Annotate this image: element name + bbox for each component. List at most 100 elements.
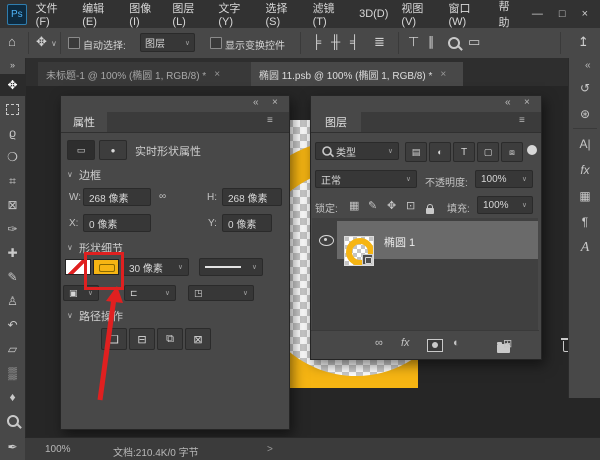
quick-selection-tool[interactable]: ❍ (0, 146, 25, 168)
zoom-level[interactable]: 100% (45, 444, 71, 455)
history-brush-tool[interactable]: ↶ (0, 314, 25, 336)
healing-brush-tool[interactable]: ✚ (0, 242, 25, 264)
menu-edit[interactable]: 编辑(E) (82, 0, 116, 28)
color-panel-icon[interactable]: ⊛ (569, 102, 600, 126)
exclude-overlapping-button[interactable]: ⊠ (185, 328, 211, 350)
maximize-button[interactable]: □ (559, 8, 566, 20)
stroke-width-dropdown[interactable]: 30 像素∨ (123, 258, 189, 276)
lock-position-icon[interactable]: ✥ (387, 199, 396, 212)
auto-select-checkbox[interactable] (68, 37, 80, 49)
layer-thumbnail[interactable] (344, 236, 374, 266)
opacity-dropdown[interactable]: 100%∨ (475, 170, 533, 188)
move-tool-icon[interactable]: ✥ (36, 34, 47, 50)
lock-all-icon[interactable] (426, 208, 434, 214)
show-transform-checkbox[interactable] (210, 37, 222, 49)
filter-pixel-layers-icon[interactable]: ▤ (405, 142, 427, 162)
menu-image[interactable]: 图像(I) (129, 0, 159, 28)
close-icon[interactable]: × (440, 69, 446, 80)
move-tool[interactable]: ✥ (0, 74, 25, 96)
stroke-cap-dropdown[interactable]: ⊏∨ (124, 285, 176, 301)
lasso-tool[interactable]: ϱ (0, 122, 25, 144)
filter-adjustment-layers-icon[interactable]: ◐ (429, 142, 451, 162)
paragraph-panel-icon[interactable]: ¶ (569, 210, 600, 234)
distribute-horizontal-icon[interactable]: ∥ (428, 34, 435, 50)
clone-stamp-tool[interactable]: ♙ (0, 290, 25, 312)
styles-panel-icon[interactable]: fx (569, 158, 600, 182)
x-field[interactable]: 0 像素 (83, 214, 151, 232)
align-right-edges-icon[interactable]: ╡ (350, 34, 359, 49)
crop-tool[interactable]: ⌗ (0, 170, 25, 192)
chevron-down-icon[interactable]: ∨ (51, 39, 57, 48)
history-panel-icon[interactable]: ↺ (569, 76, 600, 100)
brush-tool[interactable]: ✎ (0, 266, 25, 288)
link-dimensions-icon[interactable]: ∞ (159, 191, 166, 202)
swatches-panel-icon[interactable]: ▦ (569, 184, 600, 208)
height-field[interactable]: 268 像素 (222, 188, 282, 206)
status-arrow-icon[interactable]: > (267, 444, 273, 455)
filter-shape-layers-icon[interactable]: ▢ (477, 142, 499, 162)
filter-type-layers-icon[interactable]: T (453, 142, 475, 162)
mask-properties-toggle[interactable]: ● (99, 140, 127, 160)
frame-icon[interactable]: ▭ (468, 34, 480, 50)
layer-style-fx-icon[interactable]: fx (401, 337, 410, 349)
menu-select[interactable]: 选择(S) (265, 0, 299, 28)
y-field[interactable]: 0 像素 (222, 214, 272, 232)
menu-window[interactable]: 窗口(W) (449, 0, 486, 28)
panel-menu-icon[interactable]: ≡ (267, 115, 273, 126)
panel-menu-icon[interactable]: ≡ (519, 115, 525, 126)
frame-tool[interactable]: ⊠ (0, 194, 25, 216)
menu-file[interactable]: 文件(F) (36, 0, 70, 28)
menu-3d[interactable]: 3D(D) (359, 8, 388, 20)
auto-select-dropdown[interactable]: 图层∨ (140, 33, 195, 52)
menu-layer[interactable]: 图层(L) (172, 0, 205, 28)
eyedropper-tool[interactable]: ✑ (0, 218, 25, 240)
fill-color-swatch[interactable] (65, 259, 91, 275)
layer-filter-dropdown[interactable]: 类型∨ (315, 142, 399, 160)
close-button[interactable]: × (582, 8, 588, 20)
tab-properties[interactable]: 属性 (61, 112, 107, 132)
menu-type[interactable]: 文字(Y) (218, 0, 252, 28)
chevron-down-icon[interactable]: ∨ (67, 170, 73, 179)
chevron-down-icon[interactable]: ∨ (67, 243, 73, 252)
stroke-color-swatch[interactable] (93, 259, 119, 275)
lock-image-pixels-icon[interactable]: ✎ (368, 199, 377, 212)
gradient-tool[interactable]: ▒ (0, 362, 25, 384)
link-layers-icon[interactable]: ∞ (375, 337, 383, 349)
search-icon[interactable] (448, 37, 460, 49)
close-panel-icon[interactable]: × (524, 97, 530, 108)
lock-transparent-pixels-icon[interactable]: ▦ (349, 199, 359, 212)
close-panel-icon[interactable]: × (272, 97, 278, 108)
tab-layers[interactable]: 图层 (311, 112, 361, 132)
combine-shapes-button[interactable]: ❏ (101, 328, 127, 350)
filter-smart-objects-icon[interactable]: ⧈ (501, 142, 523, 162)
align-left-edges-icon[interactable]: ╞ (312, 34, 321, 49)
lock-artboard-icon[interactable]: ⊡ (406, 199, 415, 212)
glyphs-panel-icon[interactable]: A (569, 236, 600, 260)
shape-properties-toggle[interactable]: ▭ (67, 140, 95, 160)
layer-visibility-eye-icon[interactable] (319, 235, 334, 246)
new-layer-icon[interactable]: ⊞ (503, 337, 512, 350)
align-vertical-centers-icon[interactable]: ╫ (331, 34, 340, 49)
character-panel-icon[interactable]: A| (569, 132, 600, 156)
collapse-tools-icon[interactable]: » (0, 58, 25, 72)
blur-tool[interactable]: ♦ (0, 386, 25, 408)
add-layer-mask-icon[interactable] (427, 339, 443, 352)
zoom-tool[interactable] (0, 410, 25, 432)
menu-help[interactable]: 帮助 (498, 0, 518, 30)
share-icon[interactable]: ↥ (578, 34, 589, 50)
blend-mode-dropdown[interactable]: 正常∨ (315, 170, 417, 188)
distribute-icon[interactable]: ≣ (374, 34, 385, 50)
home-icon[interactable]: ⌂ (8, 34, 16, 49)
minimize-button[interactable]: — (532, 8, 543, 20)
marquee-tool[interactable] (0, 98, 25, 120)
new-adjustment-layer-icon[interactable]: ◐ (453, 337, 460, 349)
collapse-panel-icon[interactable]: « (505, 97, 511, 108)
menu-view[interactable]: 视图(V) (401, 0, 435, 28)
align-top-edges-icon[interactable]: ⊤ (408, 34, 419, 50)
stroke-type-dropdown[interactable]: ∨ (199, 258, 263, 276)
filter-toggle-icon[interactable] (527, 145, 537, 155)
pen-tool[interactable]: ✒ (0, 436, 25, 458)
stroke-align-dropdown[interactable]: ▣∨ (63, 285, 99, 301)
eraser-tool[interactable]: ▱ (0, 338, 25, 360)
close-icon[interactable]: × (214, 69, 220, 80)
